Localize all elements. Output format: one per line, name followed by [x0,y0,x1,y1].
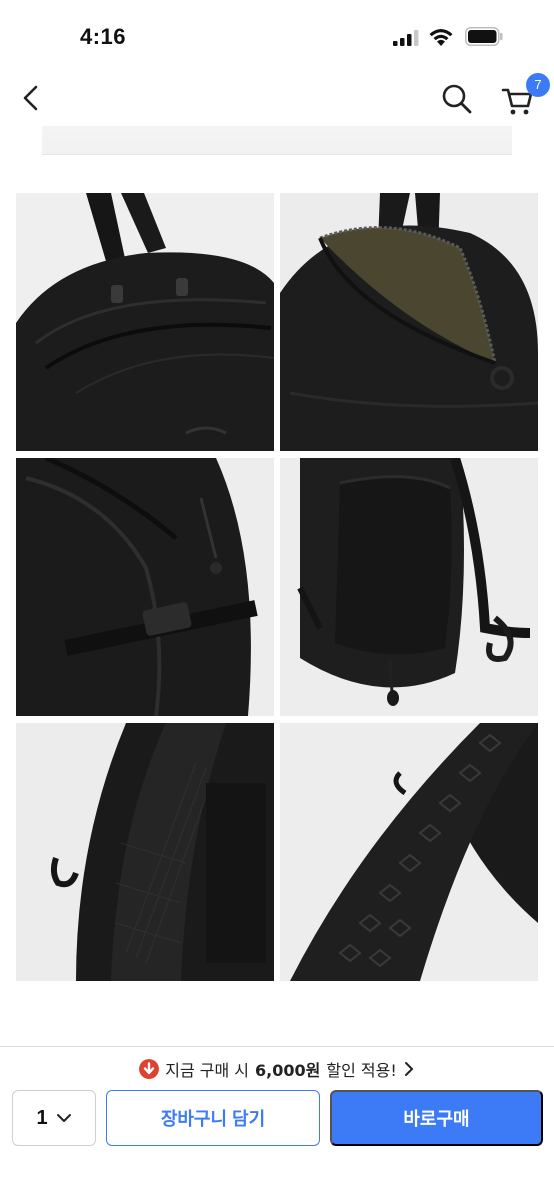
product-image-partial [42,126,512,155]
chevron-down-icon [56,1114,71,1122]
cellular-signal-icon [393,30,419,46]
search-icon[interactable] [440,82,474,116]
discount-arrow-icon [139,1059,160,1079]
photo-open-pocket [280,193,538,451]
photo-strap-padding [280,723,538,981]
add-to-cart-button[interactable]: 장바구니 담기 [106,1090,320,1146]
backpack-image [16,458,274,716]
backpack-image [280,458,538,716]
promo-suffix: 할인 적용! [326,1061,397,1080]
discount-promo-link[interactable]: 지금 구매 시 6,000원 할인 적용! [139,1057,415,1081]
status-time: 4:16 [80,24,127,49]
backpack-image [16,193,274,451]
buy-now-button[interactable]: 바로구매 [330,1090,543,1146]
home-indicator [139,1187,415,1193]
quantity-value: 1 [36,1106,48,1129]
backpack-image [16,723,274,981]
photo-shoulder-strap [16,723,274,981]
nav-bar [0,70,554,126]
promo-prefix: 지금 구매 시 [165,1061,250,1080]
discount-promo: 지금 구매 시 6,000원 할인 적용! [0,1057,554,1081]
quantity-select[interactable]: 1 [12,1090,96,1146]
wifi-icon [429,29,453,46]
battery-icon [465,27,503,46]
purchase-bar: 지금 구매 시 6,000원 할인 적용! 1 장바구니 담기 바로구매 [0,1046,554,1200]
chevron-right-icon [404,1062,413,1076]
photo-side-buckle [16,458,274,716]
photo-side-pocket [280,458,538,716]
promo-amount: 6,000원 [255,1061,321,1080]
product-photo-grid [16,193,538,981]
photo-front-zipper [16,193,274,451]
cart-count-badge: 7 [526,73,550,97]
backpack-image [280,193,538,451]
backpack-image [280,723,538,981]
back-icon[interactable] [16,82,48,114]
status-bar: 4:16 [0,0,554,70]
